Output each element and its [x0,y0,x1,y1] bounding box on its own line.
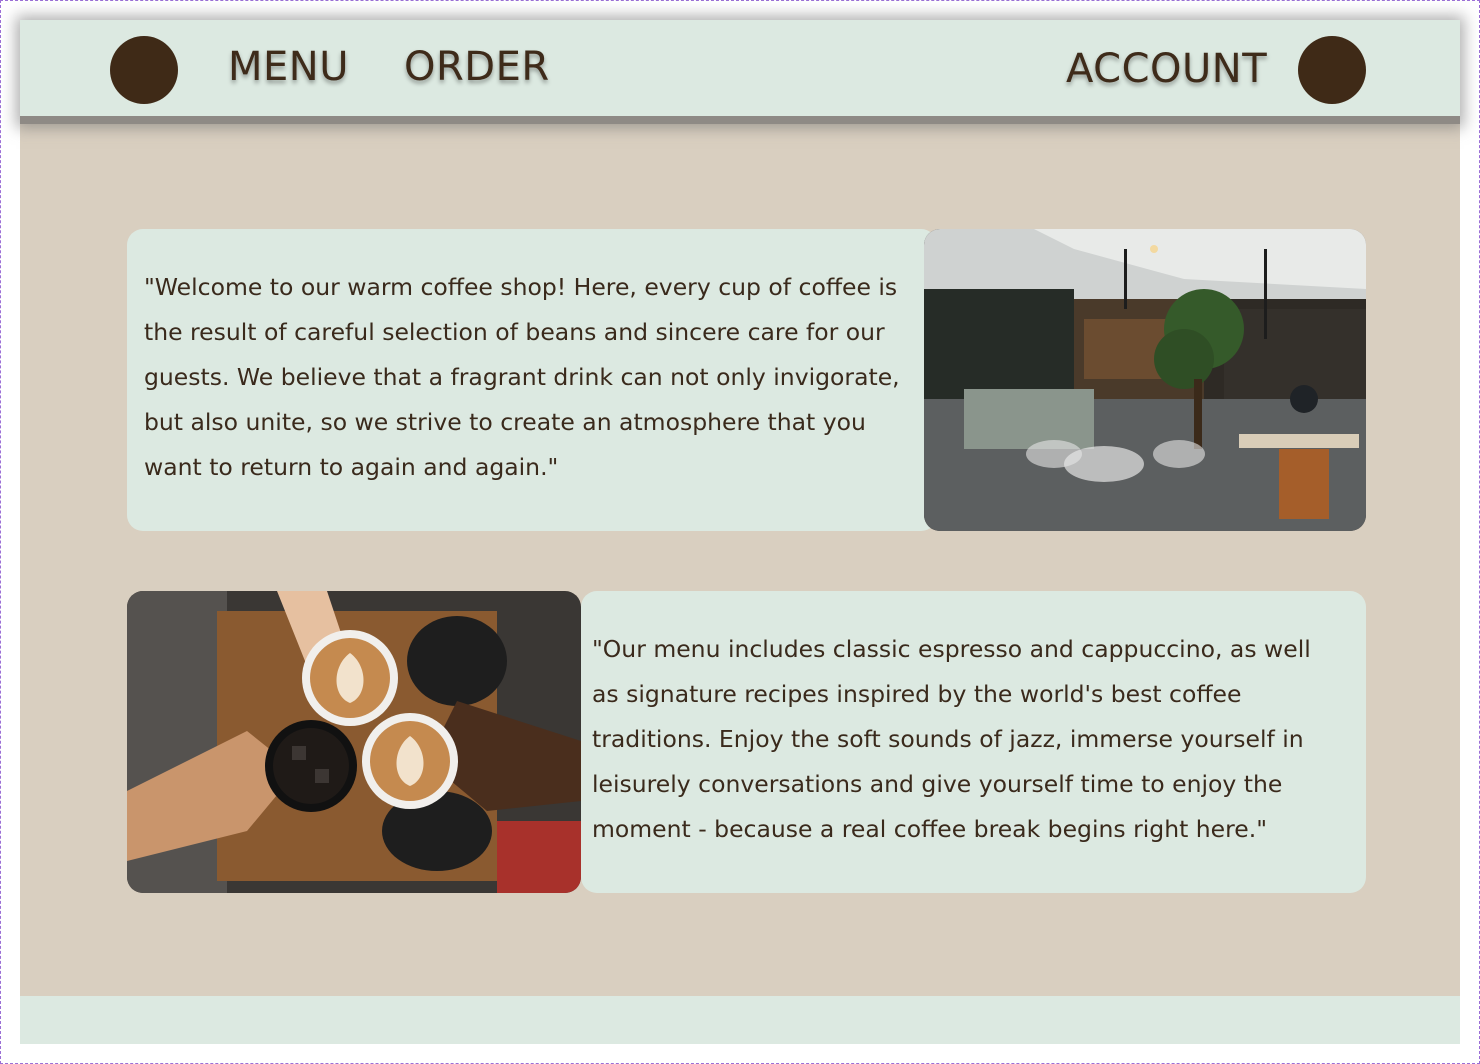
menu-text-card: "Our menu includes classic espresso and … [581,591,1366,893]
nav-account-link[interactable]: ACCOUNT [1066,46,1267,92]
welcome-text-card: "Welcome to our warm coffee shop! Here, … [127,229,937,531]
coffee-cups-toast-photo [127,591,581,893]
nav-menu-link[interactable]: MENU [228,44,349,90]
welcome-text: "Welcome to our warm coffee shop! Here, … [144,273,900,481]
cafe-interior-photo [924,229,1366,531]
logo-avatar[interactable] [110,36,178,104]
nav-order-link[interactable]: ORDER [404,44,550,90]
footer-bar [20,996,1460,1044]
menu-text: "Our menu includes classic espresso and … [592,635,1311,843]
account-avatar[interactable] [1298,36,1366,104]
top-navigation-bar: MENU ORDER ACCOUNT [20,20,1460,124]
page-frame: MENU ORDER ACCOUNT "Welcome to our warm … [20,20,1460,1044]
